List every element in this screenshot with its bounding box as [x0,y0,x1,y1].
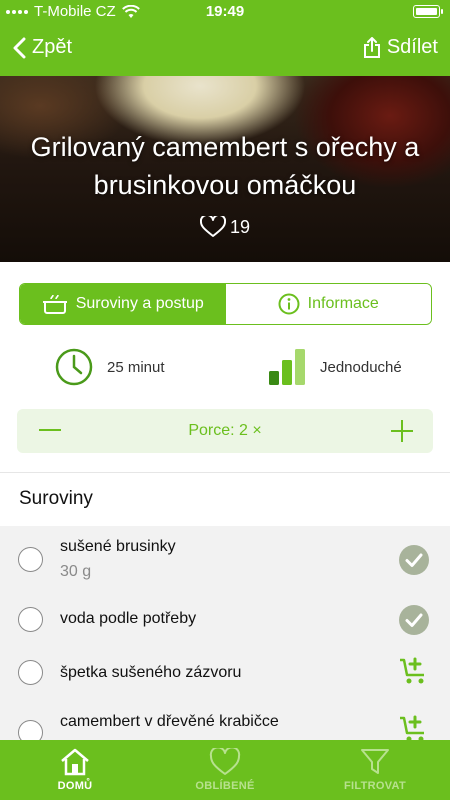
ingredient-checkbox[interactable] [18,547,43,572]
cooking-pot-icon [42,294,67,314]
share-label: Sdílet [386,36,438,58]
heart-icon [209,748,241,775]
home-icon [61,748,89,776]
ingredient-checkbox[interactable] [18,660,43,685]
tab-favorites-label: OBLÍBENÉ [195,780,255,792]
prep-time-value: 25 minut [107,358,165,376]
battery-icon [413,5,443,18]
filter-icon [361,749,389,774]
back-button[interactable]: Zpět [12,36,72,59]
tab-home-label: DOMŮ [57,780,93,792]
ingredients-title: Suroviny [19,488,93,509]
prep-time: 25 minut [55,348,165,386]
heart-outline-icon [199,216,226,237]
status-bar: T-Mobile CZ 19:49 [0,0,450,24]
portion-label: Porce: 2 × [188,422,262,439]
share-icon [363,36,380,58]
bottom-tab-bar: DOMŮ OBLÍBENÉ FILTROVAT [0,740,450,800]
tab-ingredients-and-steps[interactable]: Suroviny a postup [20,284,226,324]
recipe-details: 25 minut Jednoduché [0,346,450,392]
recipe-title: Grilovaný camembert s ořechy a brusinkov… [30,132,420,200]
portion-stepper: Porce: 2 × [17,409,433,453]
check-circle-icon[interactable] [399,605,429,635]
likes-count: 19 [229,216,251,237]
clock: 19:49 [205,3,245,20]
chevron-left-icon [13,37,26,58]
recipe-tabs: Suroviny a postup Informace [19,283,432,325]
tab-favorites[interactable]: OBLÍBENÉ [150,740,300,800]
recipe-hero-image: Grilovaný camembert s ořechy a brusinkov… [0,76,450,262]
top-bar: T-Mobile CZ 19:49 Zpět Sdílet [0,0,450,76]
recipe-detail-screen: T-Mobile CZ 19:49 Zpět Sdílet Grilovaný … [0,0,450,800]
difficulty-bars-icon [269,349,305,385]
tab-home[interactable]: DOMŮ [0,740,150,800]
difficulty: Jednoduché [268,349,402,385]
tab-information-label: Informace [307,295,379,312]
ingredient-name: sušené brusinky [60,538,176,555]
difficulty-value: Jednoduché [320,358,402,376]
ingredient-checkbox[interactable] [18,607,43,632]
tab-filter[interactable]: FILTROVAT [300,740,450,800]
ingredient-list: sušené brusinky 30 g voda podle potřeby … [0,526,450,745]
clock-icon [55,348,93,386]
likes[interactable]: 19 [0,216,450,238]
ingredient-quantity: 30 g [60,563,92,580]
tab-filter-label: FILTROVAT [344,780,406,792]
divider [0,472,450,473]
cart-plus-icon[interactable] [399,657,429,687]
ingredient-name: voda podle potřeby [60,610,197,627]
increase-portion-button[interactable] [391,420,413,442]
ingredient-name: špetka sušeného zázvoru [60,664,242,681]
ingredient-name: camembert v dřevěné krabičce [60,713,279,730]
tab-ingredients-label: Suroviny a postup [75,295,204,312]
check-circle-icon[interactable] [399,545,429,575]
info-icon [278,293,300,315]
tab-information[interactable]: Informace [225,284,431,324]
back-label: Zpět [32,36,73,58]
share-button[interactable]: Sdílet [363,36,438,59]
